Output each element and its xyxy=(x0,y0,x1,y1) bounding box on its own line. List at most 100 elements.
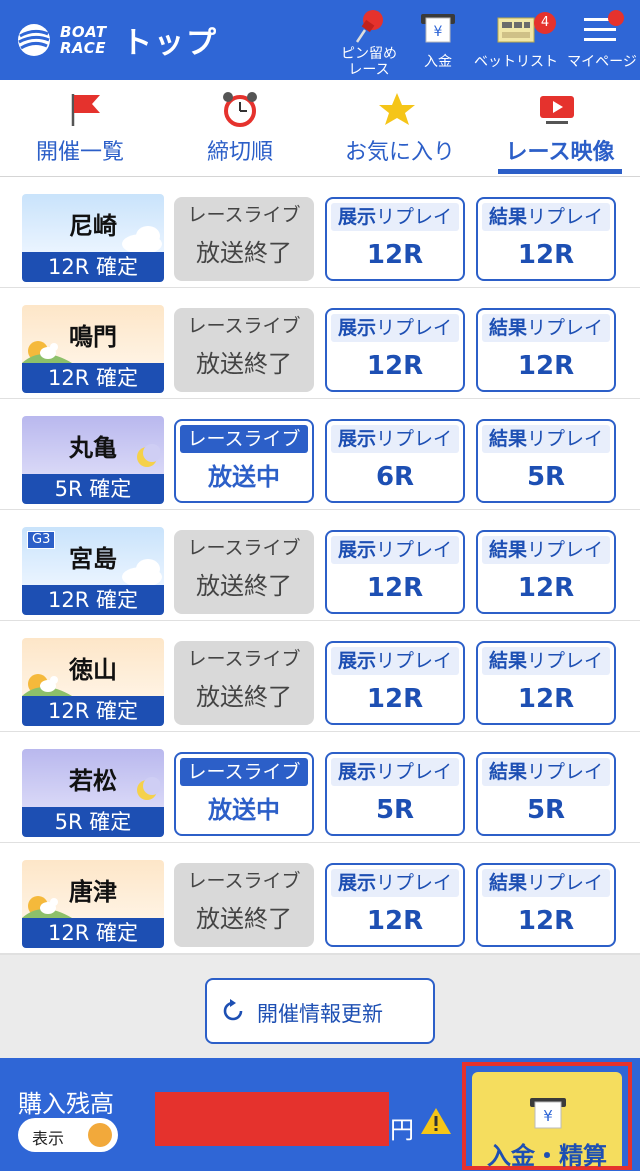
exhibition-replay-button[interactable]: 展示リプレイ 12R xyxy=(325,197,465,281)
race-live-header: レースライブ xyxy=(187,204,301,226)
yen-ticket-icon: ¥ xyxy=(417,8,459,46)
betlist-count-badge: 4 xyxy=(534,12,556,34)
balance-display-toggle[interactable]: 表示 xyxy=(18,1118,118,1152)
race-live-header: レースライブ xyxy=(187,537,301,559)
venue-card[interactable]: 尼崎 12R 確定 xyxy=(22,194,164,282)
race-row: G3 宮島 12R 確定 レースライブ 放送終了 展示リプレイ 12R 結果リプレイ 12R xyxy=(0,510,640,622)
exhibition-header-bold: 展示 xyxy=(337,317,376,339)
result-replay-button[interactable]: 結果リプレイ 12R xyxy=(476,308,616,392)
result-replay-button[interactable]: 結果リプレイ 5R xyxy=(476,752,616,836)
race-live-status: 放送終了 xyxy=(196,239,292,267)
yen-ticket-icon: ¥ xyxy=(530,1098,566,1129)
venue-name: 丸亀 xyxy=(69,434,117,462)
venue-card[interactable]: G3 宮島 12R 確定 xyxy=(22,527,164,615)
tab-favorites[interactable]: お気に入り xyxy=(320,80,480,176)
page-title: トップ xyxy=(122,26,218,61)
result-replay-button[interactable]: 結果リプレイ 12R xyxy=(476,197,616,281)
result-header-rest: リプレイ xyxy=(527,650,604,672)
result-replay-button[interactable]: 結果リプレイ 12R xyxy=(476,641,616,725)
logo-text-line2: RACE xyxy=(60,39,106,57)
mypage-button[interactable]: マイページ xyxy=(564,8,640,70)
tab-deadline[interactable]: 締切順 xyxy=(160,80,320,176)
tab-race-video[interactable]: レース映像 xyxy=(480,80,640,176)
result-header-rest: リプレイ xyxy=(527,539,604,561)
exhibition-replay-button[interactable]: 展示リプレイ 12R xyxy=(325,641,465,725)
race-status: 12R 確定 xyxy=(22,585,164,615)
race-live-button: レースライブ 放送終了 xyxy=(174,863,314,947)
race-live-header: レースライブ xyxy=(180,425,308,453)
venue-card[interactable]: 丸亀 5R 確定 xyxy=(22,416,164,504)
result-replay-button[interactable]: 結果リプレイ 5R xyxy=(476,419,616,503)
exhibition-replay-button[interactable]: 展示リプレイ 6R xyxy=(325,419,465,503)
race-live-status: 放送終了 xyxy=(196,572,292,600)
race-live-status: 放送終了 xyxy=(196,905,292,933)
race-live-status: 放送終了 xyxy=(196,683,292,711)
race-live-header: レースライブ xyxy=(187,648,301,670)
race-live-button[interactable]: レースライブ 放送中 xyxy=(174,752,314,836)
betlist-label: ベットリスト xyxy=(474,54,558,70)
venue-name: 若松 xyxy=(69,767,117,795)
race-live-status: 放送終了 xyxy=(196,350,292,378)
exhibition-replay-button[interactable]: 展示リプレイ 12R xyxy=(325,308,465,392)
result-replay-race: 12R xyxy=(517,573,575,603)
exhibition-replay-header: 展示リプレイ xyxy=(331,203,459,231)
boatrace-logo[interactable]: BOAT RACE xyxy=(14,20,106,60)
refresh-icon xyxy=(223,999,243,1021)
race-live-button: レースライブ放送終了 xyxy=(174,530,314,614)
exhibition-replay-race: 6R xyxy=(375,462,415,492)
result-header-rest: リプレイ xyxy=(527,761,604,783)
exhibition-header-rest: リプレイ xyxy=(376,761,453,783)
exhibition-replay-button[interactable]: 展示リプレイ 5R xyxy=(325,752,465,836)
exhibition-replay-race: 12R xyxy=(366,906,424,936)
footer-balance-bar: 購入残高 表示 円 ¥ 入金・精算 xyxy=(0,1058,640,1171)
race-row: 尼崎 12R 確定 レースライブ 放送終了 展示リプレイ 12R 結果リプレイ 12R xyxy=(0,177,640,289)
exhibition-header-rest: リプレイ xyxy=(376,872,453,894)
pin-race-button[interactable]: ピン留め レース xyxy=(334,8,404,78)
yen-unit: 円 xyxy=(390,1116,414,1144)
result-header-rest: リプレイ xyxy=(527,206,604,228)
result-replay-race: 12R xyxy=(517,906,575,936)
result-replay-race: 12R xyxy=(517,240,575,270)
tab-bar: 開催一覧 締切順 お気に入り レース映像 xyxy=(0,80,640,177)
venue-card[interactable]: 若松 5R 確定 xyxy=(22,749,164,837)
result-replay-button[interactable]: 結果リプレイ 12R xyxy=(476,863,616,947)
venue-card[interactable]: 鳴門 12R 確定 xyxy=(22,305,164,393)
result-replay-race: 5R xyxy=(526,795,566,825)
race-live-button[interactable]: レースライブ 放送中 xyxy=(174,419,314,503)
result-replay-button[interactable]: 結果リプレイ 12R xyxy=(476,530,616,614)
race-live-button: レースライブ 放送終了 xyxy=(174,308,314,392)
exhibition-header-bold: 展示 xyxy=(337,206,376,228)
exhibition-replay-race: 5R xyxy=(375,795,415,825)
svg-text:¥: ¥ xyxy=(434,24,443,40)
result-replay-header: 結果リプレイ xyxy=(482,203,610,231)
exhibition-header-rest: リプレイ xyxy=(376,317,453,339)
result-header-bold: 結果 xyxy=(488,317,527,339)
venue-name: 唐津 xyxy=(69,878,117,906)
race-status: 12R 確定 xyxy=(22,918,164,948)
result-header-bold: 結果 xyxy=(488,206,527,228)
venue-name: 宮島 xyxy=(69,545,117,573)
result-replay-header: 結果リプレイ xyxy=(482,425,610,453)
exhibition-replay-button[interactable]: 展示リプレイ 12R xyxy=(325,863,465,947)
result-replay-race: 5R xyxy=(526,462,566,492)
refresh-button[interactable]: 開催情報更新 xyxy=(205,978,435,1044)
tab-deadline-label: 締切順 xyxy=(206,140,273,165)
exhibition-replay-button[interactable]: 展示リプレイ 12R xyxy=(325,530,465,614)
star-icon xyxy=(379,93,415,125)
result-header-rest: リプレイ xyxy=(527,872,604,894)
venue-card[interactable]: 徳山 12R 確定 xyxy=(22,638,164,726)
venue-card[interactable]: 唐津 12R 確定 xyxy=(22,860,164,948)
header-deposit-button[interactable]: ¥ 入金 xyxy=(414,8,462,70)
tab-race-video-label: レース映像 xyxy=(505,140,615,165)
result-replay-race: 12R xyxy=(517,684,575,714)
deposit-settle-button[interactable]: ¥ 入金・精算 xyxy=(462,1062,632,1170)
race-row: 唐津 12R 確定 レースライブ 放送終了 展示リプレイ 12R 結果リプレイ 12R xyxy=(0,843,640,955)
toggle-knob xyxy=(88,1123,112,1147)
race-live-header: レースライブ xyxy=(180,758,308,786)
warning-icon[interactable] xyxy=(420,1106,452,1136)
exhibition-header-bold: 展示 xyxy=(337,539,376,561)
pin-label-1: ピン留め xyxy=(341,46,397,62)
result-replay-header: 結果リプレイ xyxy=(482,647,610,675)
tab-schedule[interactable]: 開催一覧 xyxy=(0,80,160,176)
betlist-button[interactable]: 4 ベットリスト xyxy=(474,8,558,70)
